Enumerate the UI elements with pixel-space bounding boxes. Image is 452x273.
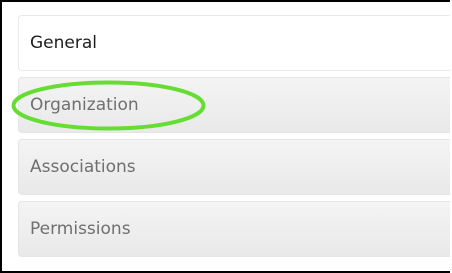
settings-panel: General Organization Associations Permis…: [0, 0, 450, 273]
tab-permissions-label: Permissions: [30, 219, 131, 239]
tab-organization[interactable]: Organization: [18, 77, 450, 133]
tab-list: General Organization Associations Permis…: [18, 15, 450, 263]
tab-general-label: General: [30, 33, 97, 53]
tab-associations[interactable]: Associations: [18, 139, 450, 195]
tab-permissions[interactable]: Permissions: [18, 201, 450, 257]
tab-associations-label: Associations: [30, 157, 136, 177]
tab-general[interactable]: General: [18, 15, 450, 71]
tab-organization-label: Organization: [30, 95, 139, 115]
